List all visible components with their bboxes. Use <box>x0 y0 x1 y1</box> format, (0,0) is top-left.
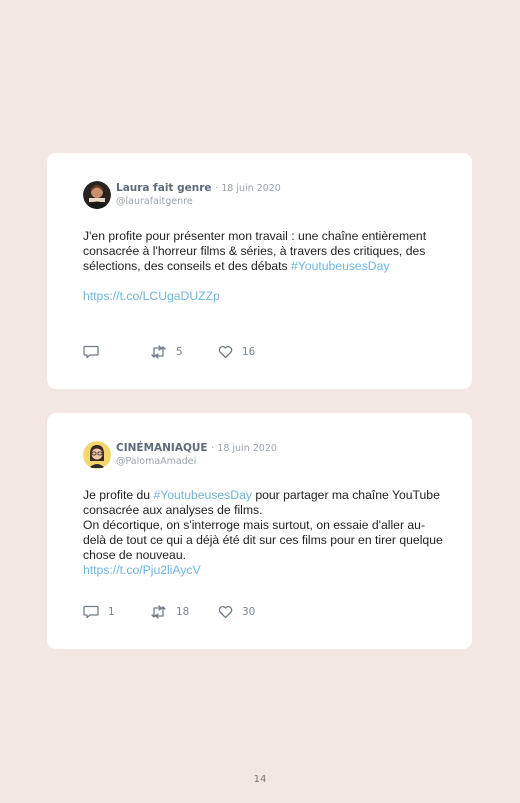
reply-button[interactable] <box>83 344 108 360</box>
author-line: CINÉMANIAQUE · 18 juin 2020 <box>116 442 277 454</box>
tweet-text-part: On décortique, on s'interroge mais surto… <box>83 518 443 562</box>
author-line: Laura fait genre · 18 juin 2020 <box>116 182 281 194</box>
hashtag-link[interactable]: #YoutubeusesDay <box>291 259 389 273</box>
tweet-date[interactable]: · 18 juin 2020 <box>211 443 277 454</box>
heart-icon <box>218 605 233 619</box>
tweet-card: Laura fait genre · 18 juin 2020 @laurafa… <box>47 153 472 389</box>
tweet-text: J'en profite pour présenter mon travail … <box>83 229 443 304</box>
author-handle[interactable]: @laurafaitgenre <box>116 196 193 207</box>
like-count: 30 <box>242 606 256 618</box>
retweet-icon <box>151 345 166 359</box>
page-number: 14 <box>253 774 267 785</box>
reply-button[interactable]: 1 <box>83 604 115 620</box>
avatar[interactable] <box>83 441 111 469</box>
retweet-button[interactable]: 5 <box>150 344 183 360</box>
retweet-button[interactable]: 18 <box>150 604 189 620</box>
author-name[interactable]: CINÉMANIAQUE <box>116 442 208 454</box>
retweet-count: 5 <box>176 346 183 358</box>
hashtag-link[interactable]: #YoutubeusesDay <box>153 488 251 502</box>
tweet-card: CINÉMANIAQUE · 18 juin 2020 @PalomaAmade… <box>47 413 472 649</box>
author-handle[interactable]: @PalomaAmadei <box>116 456 196 467</box>
avatar[interactable] <box>83 181 111 209</box>
like-button[interactable]: 16 <box>218 344 255 360</box>
tweet-text: Je profite du #YoutubeusesDay pour parta… <box>83 488 443 578</box>
author-name[interactable]: Laura fait genre <box>116 182 212 194</box>
retweet-icon <box>151 605 166 619</box>
like-count: 16 <box>242 346 256 358</box>
tweet-url-link[interactable]: https://t.co/LCUgaDUZZp <box>83 289 220 303</box>
tweet-text-part: Je profite du <box>83 488 154 502</box>
tweet-date[interactable]: · 18 juin 2020 <box>215 183 281 194</box>
retweet-count: 18 <box>176 606 190 618</box>
like-button[interactable]: 30 <box>218 604 255 620</box>
heart-icon <box>218 345 233 359</box>
reply-count: 1 <box>108 606 115 618</box>
reply-icon <box>83 605 99 619</box>
tweet-url-link[interactable]: https://t.co/Pju2liAycV <box>83 563 201 577</box>
reply-icon <box>83 345 99 359</box>
